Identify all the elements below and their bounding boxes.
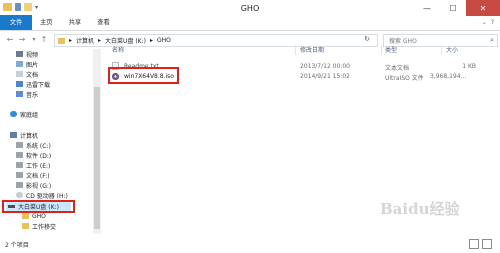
nav-item-drive-d[interactable]: 软件 (D:) — [16, 150, 51, 160]
drive-icon — [16, 162, 23, 168]
folder-icon — [22, 213, 29, 219]
large-icons-view-icon[interactable] — [482, 239, 492, 249]
ribbon-tabs: 文件 主页 共享 查看 ⌄ ? — [0, 15, 500, 31]
nav-scrollbar[interactable] — [93, 49, 101, 234]
drive-icon — [16, 172, 23, 178]
nav-item-drive-f[interactable]: 文档 (F:) — [16, 170, 50, 180]
search-placeholder: 搜索 GHO — [389, 38, 417, 45]
breadcrumb-separator: ▸ — [98, 37, 102, 44]
column-header-date[interactable]: 修改日期 — [300, 45, 324, 55]
window-controls: — ☐ ✕ — [414, 0, 500, 16]
file-size: 3,968,194... — [430, 73, 467, 80]
file-type: UltraISO 文件 — [385, 75, 424, 82]
minimize-button[interactable]: — — [414, 0, 440, 16]
drive-icon — [16, 182, 23, 188]
tab-view[interactable]: 查看 — [89, 15, 118, 30]
back-button[interactable]: ← — [5, 35, 15, 45]
music-icon — [16, 91, 23, 97]
close-button[interactable]: ✕ — [466, 0, 500, 16]
nav-item-cd-drive[interactable]: CD 驱动器 (H:) — [16, 190, 68, 200]
nav-item-documents[interactable]: 文档 — [16, 69, 38, 79]
nav-item-handover[interactable]: 工作移交 — [22, 221, 56, 231]
nav-item-gho[interactable]: GHO — [22, 211, 46, 221]
column-header-size[interactable]: 大小 — [446, 45, 458, 55]
expand-ribbon-icon[interactable]: ⌄ — [482, 19, 487, 26]
nav-item-pictures[interactable]: 图片 — [16, 59, 38, 69]
drive-icon — [16, 142, 23, 148]
nav-item-videos[interactable]: 视频 — [16, 49, 38, 59]
column-divider[interactable] — [441, 45, 442, 55]
address-bar[interactable]: ▸ 计算机 ▸ 大白菜U盘 (K:) ▸ GHO ↻ — [54, 34, 378, 47]
column-header-type[interactable]: 类型 — [385, 45, 397, 55]
column-header-name[interactable]: 名称 — [112, 45, 124, 55]
computer-icon — [10, 132, 17, 138]
nav-item-drive-c[interactable]: 系统 (C:) — [16, 140, 51, 150]
watermark: Baidu经验 — [380, 200, 460, 218]
nav-item-music[interactable]: 音乐 — [16, 89, 38, 99]
file-date: 2014/9/21 15:02 — [300, 73, 350, 80]
explorer-window: ▾ GHO — ☐ ✕ 文件 主页 共享 查看 ⌄ ? ← → ▾ ↑ ▸ 计算… — [0, 0, 500, 253]
homegroup-icon — [10, 111, 17, 117]
up-button[interactable]: ↑ — [39, 35, 49, 45]
column-divider[interactable] — [381, 45, 382, 55]
folder-icon — [22, 223, 29, 229]
navigation-pane: 视频 图片 文档 迅雷下载 音乐 家庭组 计算机 系统 (C:) 软件 (D:)… — [0, 49, 93, 234]
forward-button[interactable]: → — [17, 35, 27, 45]
cd-drive-icon — [16, 192, 23, 198]
tab-share[interactable]: 共享 — [61, 15, 90, 30]
tab-file[interactable]: 文件 — [0, 15, 32, 30]
help-icon[interactable]: ? — [491, 19, 494, 26]
drive-icon — [16, 152, 23, 158]
breadcrumb-separator: ▸ — [149, 37, 153, 44]
breadcrumb-usb-drive[interactable]: 大白菜U盘 (K:) — [105, 36, 146, 45]
highlight-box — [108, 67, 179, 84]
view-buttons — [469, 239, 492, 249]
breadcrumb-gho[interactable]: GHO — [157, 37, 171, 44]
refresh-icon[interactable]: ↻ — [364, 35, 370, 43]
maximize-button[interactable]: ☐ — [440, 0, 466, 16]
ribbon-help: ⌄ ? — [482, 19, 494, 26]
video-icon — [16, 51, 23, 57]
breadcrumb-computer[interactable]: 计算机 — [76, 36, 94, 45]
breadcrumb-separator: ▸ — [69, 37, 73, 44]
item-count: 2 个项目 — [5, 242, 29, 249]
address-row: ← → ▾ ↑ ▸ 计算机 ▸ 大白菜U盘 (K:) ▸ GHO ↻ 搜索 GH… — [0, 31, 500, 49]
nav-item-downloads[interactable]: 迅雷下载 — [16, 79, 50, 89]
folder-icon — [58, 37, 65, 44]
nav-item-computer[interactable]: 计算机 — [10, 130, 38, 140]
documents-icon — [16, 71, 23, 77]
column-divider[interactable] — [295, 45, 296, 55]
nav-scrollbar-thumb[interactable] — [94, 87, 100, 229]
status-bar: 2 个项目 — [0, 236, 500, 253]
tab-home[interactable]: 主页 — [32, 15, 61, 30]
nav-item-homegroup[interactable]: 家庭组 — [10, 109, 38, 119]
pictures-icon — [16, 61, 23, 67]
recent-locations-icon[interactable]: ▾ — [29, 35, 39, 45]
search-icon[interactable]: ⌕ — [490, 36, 494, 45]
nav-item-drive-g[interactable]: 影视 (G:) — [16, 180, 51, 190]
file-date: 2013/7/12 00:00 — [300, 63, 350, 70]
nav-item-drive-e[interactable]: 工作 (E:) — [16, 160, 50, 170]
download-icon — [16, 81, 23, 87]
details-view-icon[interactable] — [469, 239, 479, 249]
file-size: 1 KB — [462, 63, 476, 70]
